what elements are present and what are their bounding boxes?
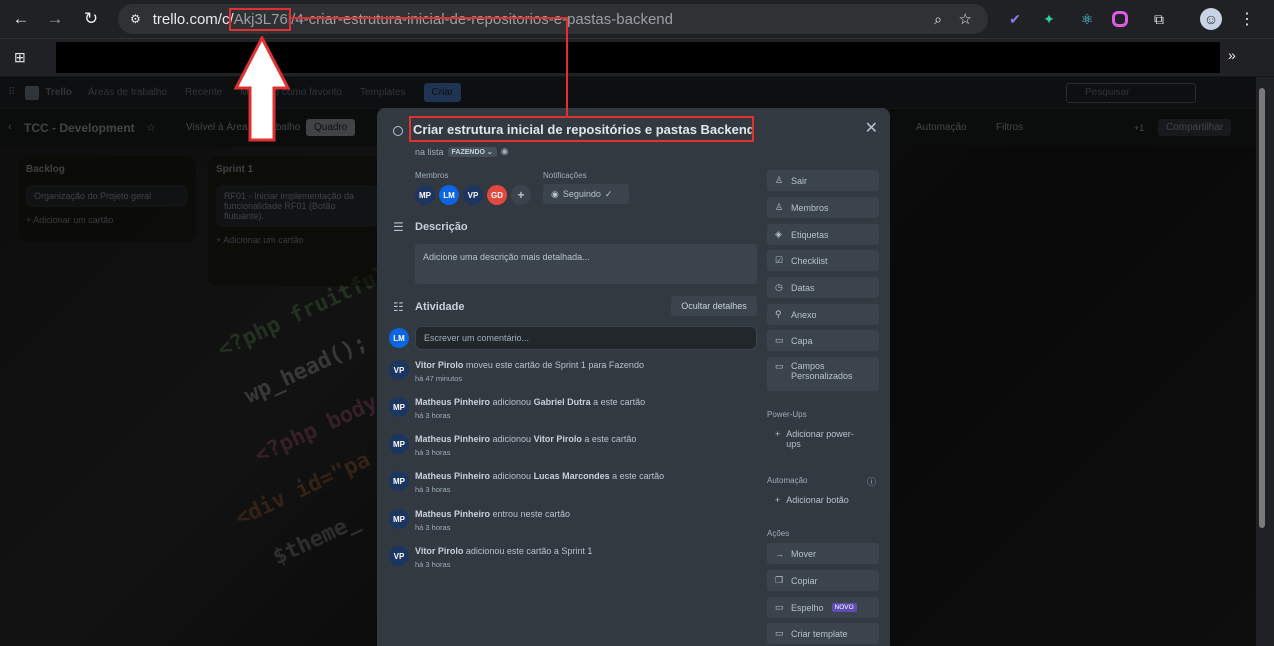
move-button[interactable]: → Mover [767,543,879,564]
checklist-button[interactable]: ☑ Checklist [767,250,879,271]
leave-button[interactable]: ♙ Sair [767,170,879,191]
browser-menu-icon[interactable]: ⋮ [1236,8,1258,30]
annotation-up-arrow-icon [234,36,290,142]
member-avatar[interactable]: GD [487,185,507,205]
activity-heading: Atividade [415,301,465,313]
new-badge: NOVO [831,603,857,612]
arrow-right-icon: → [775,548,784,559]
actions-label: Ações [767,529,790,538]
person-icon: ♙ [775,175,784,185]
description-input[interactable]: Adicione uma descrição mais detalhada... [415,244,757,284]
extension-bird-icon[interactable]: ✦ [1038,8,1060,30]
add-member-icon[interactable]: + [511,185,531,205]
browser-toolbar: ← → ↻ ⚙ trello.com/c/Akj3L76l/4-criar-es… [0,0,1274,38]
comment-avatar: LM [389,328,409,348]
hide-details-button[interactable]: Ocultar detalhes [671,296,757,316]
forward-icon[interactable]: → [42,6,68,32]
bookmarks-bar: ⊞ » [0,38,1274,76]
bookmarks-redacted [56,42,1220,73]
person-icon: ♙ [775,202,784,212]
copy-button[interactable]: ❐ Copiar [767,570,879,591]
member-avatar[interactable]: VP [463,185,483,205]
list-name-badge[interactable]: FAZENDO ⌄ [447,146,497,157]
template-icon: ▭ [775,628,784,638]
activity-icon: ☷ [393,300,404,314]
attachment-button[interactable]: ⚲ Anexo [767,304,879,325]
watch-eye-icon: ◉ [500,146,509,156]
annotation-connector [566,17,568,117]
apps-grid-icon[interactable]: ⊞ [14,49,26,66]
card-detail-modal: Criar estrutura inicial de repositórios … [377,108,890,646]
extension-check-icon[interactable]: ✔ [1004,8,1026,30]
more-bookmarks-icon[interactable]: » [1228,47,1236,63]
automation-label: Automação [767,476,808,485]
add-powerups-button[interactable]: + Adicionar power-ups [775,429,854,449]
mirror-button[interactable]: ▭ Espelho NOVO [767,597,879,618]
activity-item: MP Matheus Pinheiro adicionou Gabriel Du… [389,397,759,427]
checklist-icon: ☑ [775,255,784,265]
title-highlight [409,116,754,142]
site-info-icon[interactable]: ⚙ [130,12,141,26]
bookmark-star-icon[interactable]: ☆ [959,10,972,28]
description-heading: Descrição [415,221,468,233]
custom-fields-button[interactable]: ▭ Campos Personalizados [767,357,879,391]
powerups-label: Power-Ups [767,410,807,419]
card-list-info: na lista FAZENDO ⌄ ◉ [415,146,509,157]
complete-card-radio[interactable] [393,126,403,136]
cover-button[interactable]: ▭ Capa [767,330,879,351]
members-button[interactable]: ♙ Membros [767,197,879,218]
profile-avatar[interactable]: ☺ [1200,8,1222,30]
clock-icon: ◷ [775,282,783,292]
activity-item: VP Vitor Pirolo moveu este cartão de Spr… [389,360,759,390]
extensions-puzzle-icon[interactable]: ⧉ [1148,8,1170,30]
close-icon[interactable]: ✕ [865,118,878,138]
cover-icon: ▭ [775,335,784,345]
activity-item: MP Matheus Pinheiro adicionou Lucas Marc… [389,471,759,501]
add-button-button[interactable]: + Adicionar botão [775,495,849,505]
member-avatar[interactable]: LM [439,185,459,205]
activity-item: MP Matheus Pinheiro entrou neste cartão … [389,509,759,539]
labels-button[interactable]: ◈ Etiquetas [767,224,879,245]
extension-color-icon[interactable] [1112,11,1128,27]
tag-icon: ◈ [775,229,782,239]
follow-button[interactable]: ◉ Seguindo ✓ [543,184,629,204]
annotation-connector [290,17,568,19]
create-template-button[interactable]: ▭ Criar template [767,623,879,644]
react-devtools-icon[interactable]: ⚛ [1076,8,1098,30]
comment-input[interactable]: Escrever um comentário... [415,326,757,350]
member-avatar[interactable]: MP [415,185,435,205]
eye-icon: ◉ [551,188,559,199]
notifications-label: Notificações [543,171,587,180]
dates-button[interactable]: ◷ Datas [767,277,879,298]
back-icon[interactable]: ← [8,6,34,32]
activity-item: MP Matheus Pinheiro adicionou Vitor Piro… [389,434,759,464]
mirror-icon: ▭ [775,602,784,612]
fields-icon: ▭ [775,361,784,371]
reload-icon[interactable]: ↻ [78,6,104,32]
paperclip-icon: ⚲ [775,309,782,319]
url-id-highlight [229,8,291,31]
activity-item: VP Vitor Pirolo adicionou este cartão a … [389,546,759,576]
zoom-icon[interactable]: ⌕ [934,11,942,28]
members-label: Membros [415,171,449,180]
copy-icon: ❐ [775,575,784,585]
description-icon: ☰ [393,220,404,234]
info-icon[interactable]: ⓘ [867,475,876,488]
scrollbar-thumb[interactable] [1259,88,1265,528]
